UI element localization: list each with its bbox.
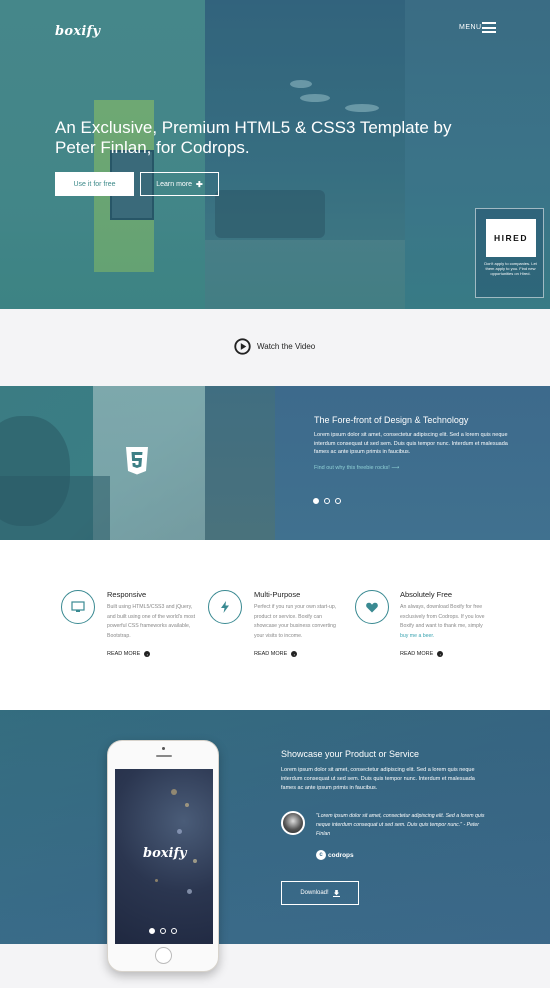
bokeh-light bbox=[187, 889, 192, 894]
hired-ad[interactable]: HIRED Don't apply to companies. Let them… bbox=[475, 208, 544, 298]
feature-body: Built using HTML5/CSS3 and jQuery, and b… bbox=[107, 604, 196, 639]
read-more-label: READ MORE bbox=[107, 651, 141, 657]
band-text-panel bbox=[275, 386, 550, 540]
codrops-logo[interactable]: c codrops bbox=[316, 850, 354, 860]
play-icon[interactable] bbox=[234, 338, 251, 355]
hired-logo: HIRED bbox=[486, 219, 536, 257]
use-it-for-free-button[interactable]: Use it for free bbox=[55, 172, 134, 196]
phone-home-button bbox=[155, 947, 172, 964]
buy-me-a-beer-link[interactable]: buy me a beer. bbox=[400, 633, 434, 639]
codrops-mark-icon: c bbox=[316, 850, 326, 860]
learn-more-label: Learn more bbox=[156, 180, 193, 188]
bokeh-light bbox=[193, 859, 197, 863]
watch-video-link[interactable]: Watch the Video bbox=[257, 342, 315, 351]
phone-camera bbox=[162, 747, 165, 750]
slider-dot[interactable] bbox=[149, 928, 155, 934]
read-more-label: READ MORE bbox=[400, 651, 434, 657]
slider-dot[interactable] bbox=[160, 928, 166, 934]
band-link[interactable]: Find out why this freebie rocks! ⟶ bbox=[314, 465, 399, 471]
read-more-link[interactable]: READ MORE › bbox=[107, 651, 151, 657]
bokeh-light bbox=[155, 879, 158, 882]
hamburger-icon[interactable] bbox=[482, 22, 496, 33]
feature-body-text: An always, download Boxify for free excl… bbox=[400, 604, 485, 629]
download-button[interactable]: Download! bbox=[281, 881, 359, 905]
download-label: Download! bbox=[300, 890, 329, 896]
read-more-label: READ MORE bbox=[254, 651, 288, 657]
chevron-right-icon: › bbox=[144, 651, 151, 657]
feature-title: Absolutely Free bbox=[400, 590, 453, 599]
read-more-link[interactable]: READ MORE › bbox=[400, 651, 444, 657]
heart-icon bbox=[355, 590, 389, 624]
feature-title: Multi-Purpose bbox=[254, 590, 301, 599]
read-more-link[interactable]: READ MORE › bbox=[254, 651, 298, 657]
html5-icon bbox=[126, 447, 148, 475]
codrops-wordmark: codrops bbox=[328, 851, 354, 859]
download-icon bbox=[332, 889, 340, 897]
phone-screen-logo: boxify bbox=[143, 846, 187, 861]
feature-body: An always, download Boxify for free excl… bbox=[400, 603, 490, 641]
lightning-icon bbox=[208, 590, 242, 624]
site-logo[interactable]: boxify bbox=[55, 24, 100, 39]
phone-speaker bbox=[156, 755, 172, 757]
chevron-right-icon: › bbox=[291, 651, 298, 657]
showcase-title: Showcase your Product or Service bbox=[281, 749, 420, 759]
slider-dot[interactable] bbox=[313, 498, 319, 504]
menu-label[interactable]: MENU bbox=[459, 24, 482, 31]
showcase-slider-dots bbox=[149, 928, 177, 934]
testimonial-quote: "Lorem ipsum dolor sit amet, consectetur… bbox=[316, 813, 485, 837]
slider-dot[interactable] bbox=[171, 928, 177, 934]
feature-body: Perfect if you run your own start-up, pr… bbox=[254, 604, 337, 639]
feature-title: Responsive bbox=[107, 590, 147, 599]
hero-title: An Exclusive, Premium HTML5 & CSS3 Templ… bbox=[55, 118, 452, 157]
chevron-right-icon: › bbox=[437, 651, 444, 657]
plus-icon: ✚ bbox=[196, 179, 203, 189]
monitor-icon bbox=[61, 590, 95, 624]
slider-dot[interactable] bbox=[335, 498, 341, 504]
bokeh-light bbox=[177, 829, 182, 834]
slider-dot[interactable] bbox=[324, 498, 330, 504]
bokeh-light bbox=[185, 803, 189, 807]
band-body: Lorem ipsum dolor sit amet, consectetur … bbox=[314, 432, 508, 455]
page-footer-area bbox=[0, 944, 550, 988]
feature-band bbox=[0, 386, 550, 540]
avatar bbox=[281, 811, 305, 835]
learn-more-button[interactable]: Learn more ✚ bbox=[140, 172, 219, 196]
showcase-body: Lorem ipsum dolor sit amet, consectetur … bbox=[281, 767, 475, 791]
band-slider-dots bbox=[313, 498, 341, 504]
bokeh-light bbox=[171, 789, 177, 795]
hired-ad-text: Don't apply to companies. Let them apply… bbox=[484, 261, 537, 276]
band-title: The Fore-front of Design & Technology bbox=[314, 415, 469, 425]
